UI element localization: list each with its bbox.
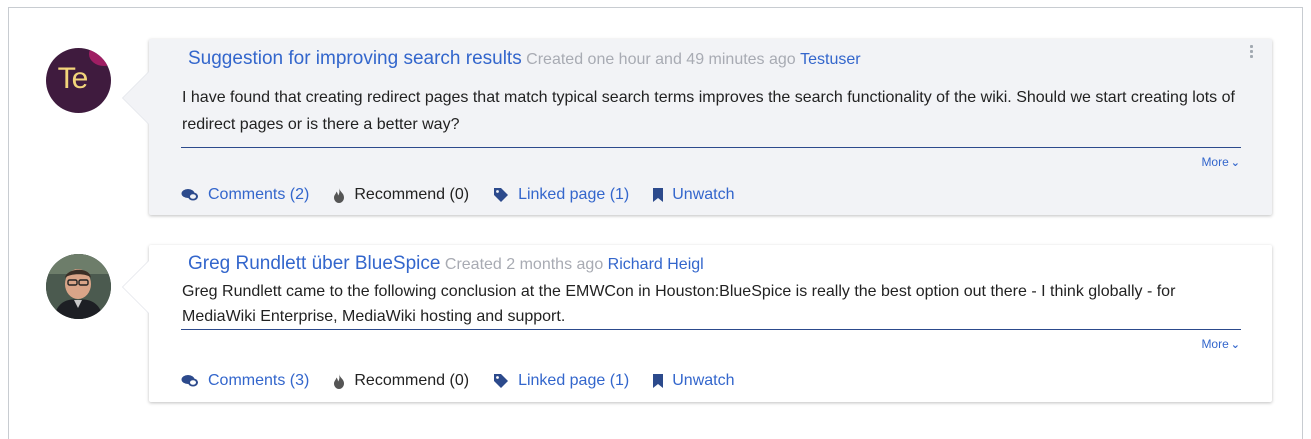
bookmark-icon	[653, 188, 664, 202]
post-author[interactable]: Richard Heigl	[608, 256, 704, 273]
recommend-label: Recommend (0)	[354, 186, 470, 203]
linked-page-button[interactable]: Linked page (1)	[493, 372, 629, 390]
divider	[181, 329, 1241, 330]
tag-icon	[494, 374, 509, 388]
linked-page-label: Linked page (1)	[518, 372, 630, 389]
post-header: Suggestion for improving search results …	[188, 48, 861, 70]
unwatch-label: Unwatch	[672, 186, 735, 203]
stream-frame: Te Suggestion for improving search resul…	[8, 7, 1303, 439]
post-body: I have found that creating redirect page…	[182, 89, 1235, 133]
chevron-down-icon: ⌄	[1230, 339, 1240, 351]
chevron-down-icon: ⌄	[1230, 157, 1240, 169]
more-label: More	[1201, 155, 1229, 169]
post-author[interactable]: Testuser	[800, 51, 860, 68]
linked-page-label: Linked page (1)	[518, 186, 630, 203]
more-label: More	[1201, 337, 1229, 351]
recommend-label: Recommend (0)	[354, 372, 470, 389]
post-created: Created one hour and 49 minutes ago	[526, 51, 796, 68]
comments-button[interactable]: Comments (3)	[181, 372, 309, 390]
post-actions: Comments (3) Recommend (0) Linked page (…	[181, 372, 759, 390]
avatar-initials: Te	[57, 61, 89, 95]
unwatch-button[interactable]: Unwatch	[653, 186, 735, 204]
post-title[interactable]: Greg Rundlett über BlueSpice	[188, 253, 440, 274]
recommend-button[interactable]: Recommend (0)	[333, 186, 469, 204]
comments-label: Comments (2)	[208, 186, 310, 203]
comments-icon	[181, 189, 198, 201]
recommend-button[interactable]: Recommend (0)	[333, 372, 469, 390]
flame-icon	[334, 187, 345, 203]
post-card: Suggestion for improving search results …	[122, 39, 1272, 215]
comments-icon	[181, 375, 198, 387]
post-header: Greg Rundlett über BlueSpice Created 2 m…	[188, 253, 704, 275]
post-card: Greg Rundlett über BlueSpice Created 2 m…	[122, 245, 1272, 402]
tag-icon	[494, 188, 509, 202]
more-link[interactable]: More ⌄	[1201, 337, 1240, 351]
post-actions: Comments (2) Recommend (0) Linked page (…	[181, 186, 759, 204]
more-options-icon[interactable]	[1250, 45, 1254, 60]
more-link[interactable]: More ⌄	[1201, 155, 1240, 169]
divider	[181, 147, 1241, 148]
card-pointer-fill	[123, 72, 149, 124]
comments-button[interactable]: Comments (2)	[181, 186, 309, 204]
bookmark-icon	[653, 374, 664, 388]
flame-icon	[334, 373, 345, 389]
post-created: Created 2 months ago	[444, 256, 604, 273]
user-avatar[interactable]: Te	[46, 48, 111, 113]
comments-label: Comments (3)	[208, 372, 310, 389]
user-photo	[46, 254, 111, 319]
user-avatar[interactable]	[46, 254, 111, 319]
card-pointer-fill	[123, 261, 149, 313]
linked-page-button[interactable]: Linked page (1)	[493, 186, 629, 204]
post-body: Greg Rundlett came to the following conc…	[182, 283, 1176, 325]
unwatch-label: Unwatch	[672, 372, 735, 389]
unwatch-button[interactable]: Unwatch	[653, 372, 735, 390]
post-title[interactable]: Suggestion for improving search results	[188, 48, 522, 69]
